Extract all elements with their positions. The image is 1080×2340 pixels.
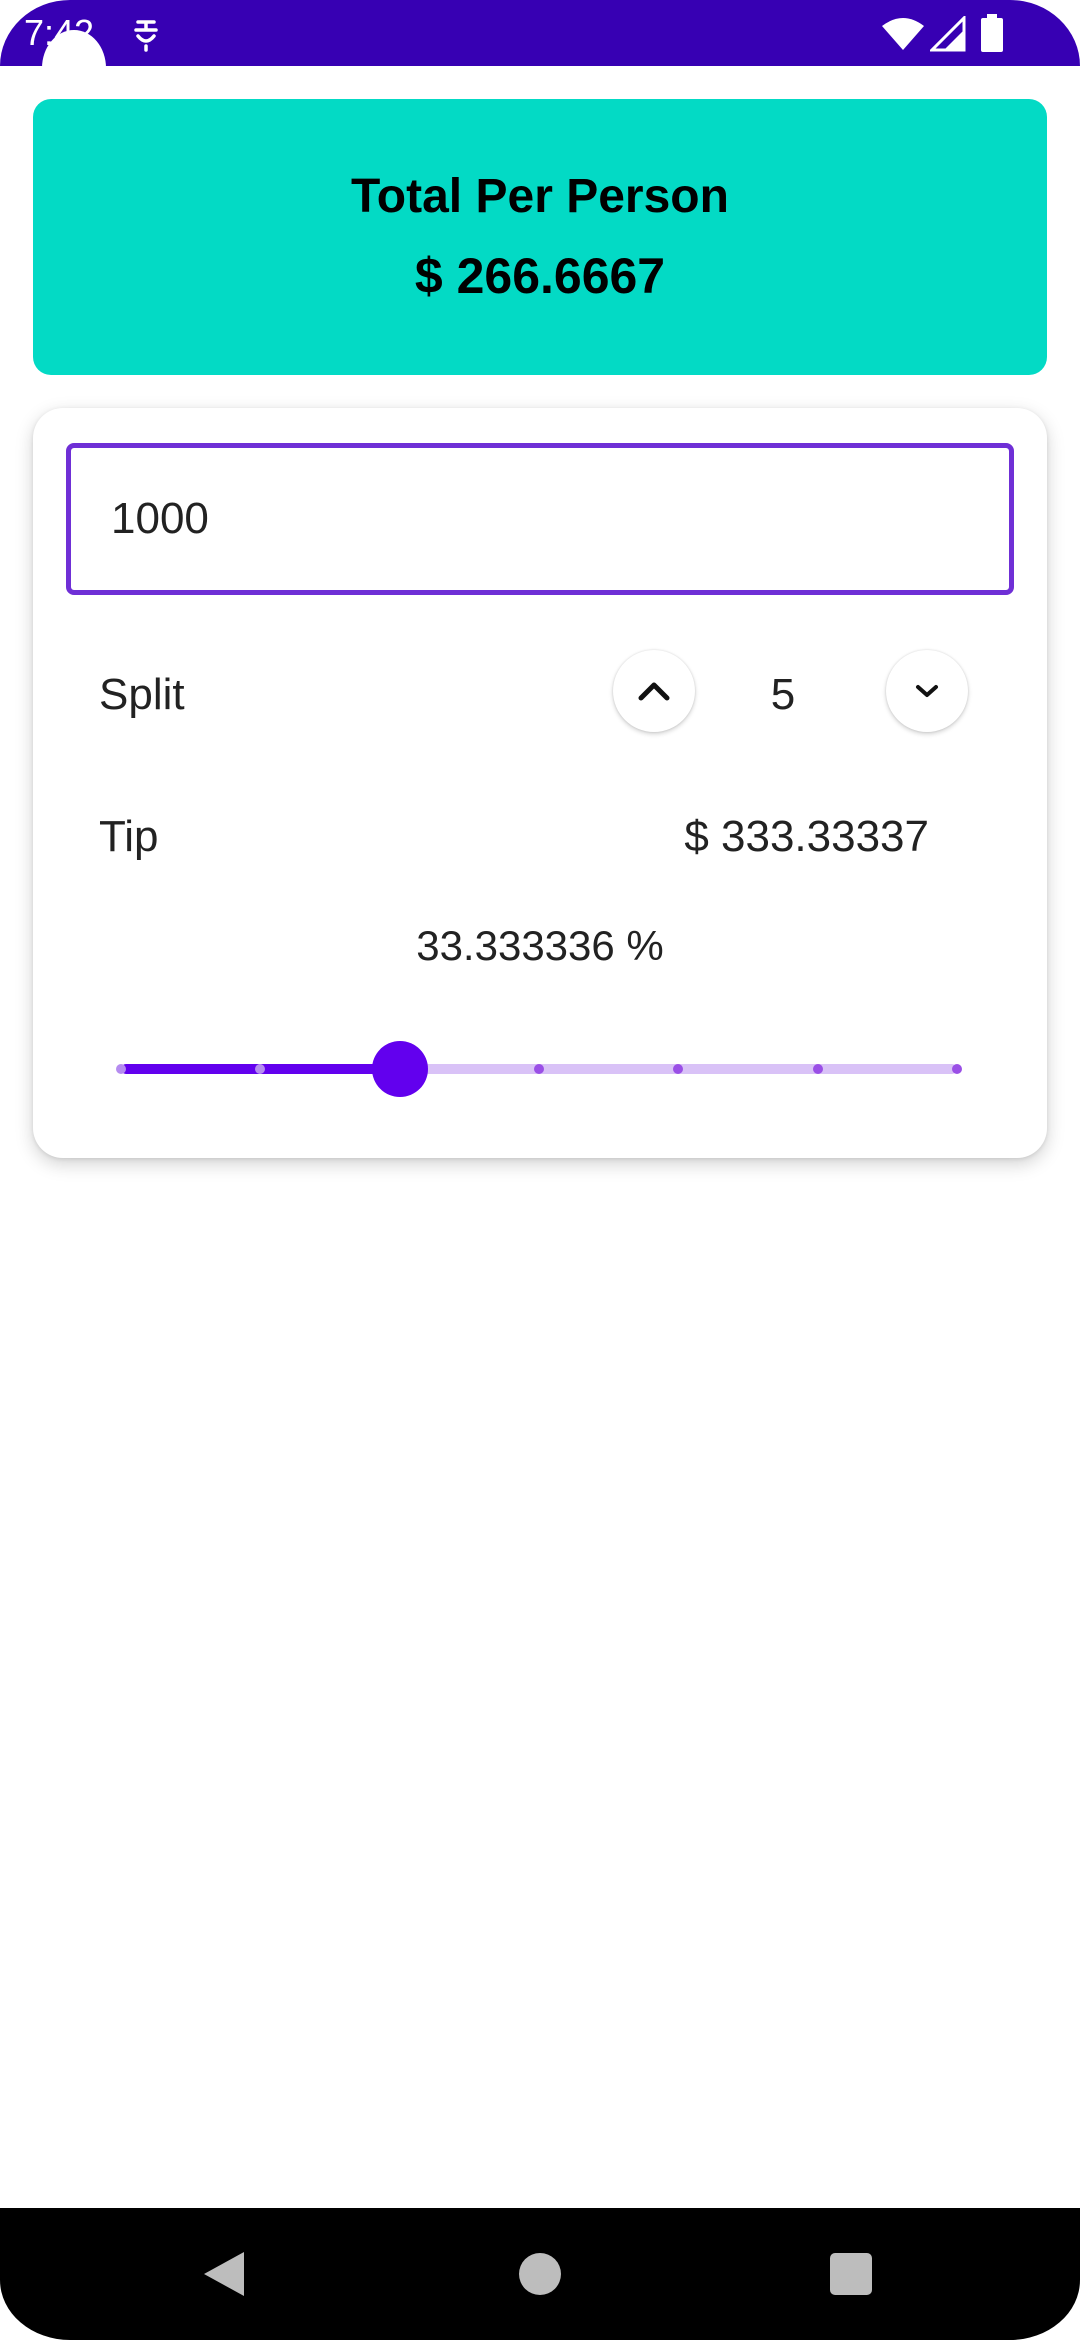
total-title: Total Per Person: [351, 170, 729, 223]
total-per-person-card: Total Per Person $ 266.6667: [33, 99, 1047, 375]
navigation-bar: [0, 2208, 1080, 2340]
slider-tick: [116, 1064, 126, 1074]
slider-tick: [534, 1064, 544, 1074]
tip-amount: $ 333.33337: [684, 812, 929, 861]
chevron-up-icon: [638, 682, 670, 701]
camera-cutout: [42, 30, 106, 106]
signal-icon: [930, 16, 966, 52]
chevron-down-icon: [916, 685, 938, 697]
split-label: Split: [99, 670, 185, 719]
notification-icon: [134, 20, 158, 52]
slider-tick: [952, 1064, 962, 1074]
slider-tick: [812, 1064, 823, 1074]
bill-amount-input[interactable]: [66, 443, 1014, 595]
wifi-icon: [882, 18, 924, 50]
tip-label: Tip: [99, 812, 159, 861]
split-value: 5: [770, 670, 796, 719]
battery-icon: [981, 14, 1003, 52]
split-increment-button[interactable]: [613, 650, 695, 732]
home-icon[interactable]: [519, 2253, 561, 2295]
status-bar: 7:42: [0, 0, 1080, 66]
bill-form-card: Split 5 Tip $ 333.33337 33.333336 %: [33, 408, 1047, 1158]
split-decrement-button[interactable]: [886, 650, 968, 732]
recents-icon[interactable]: [830, 2253, 872, 2295]
tip-percent: 33.333336 %: [416, 922, 664, 969]
tip-calculator-screen: 7:42 Total Per Person $ 266.6667 Split 5: [0, 0, 1080, 2340]
total-amount: $ 266.6667: [414, 248, 666, 304]
slider-thumb[interactable]: [371, 1041, 428, 1097]
tip-slider[interactable]: [116, 1038, 962, 1098]
back-icon[interactable]: [202, 2250, 246, 2298]
